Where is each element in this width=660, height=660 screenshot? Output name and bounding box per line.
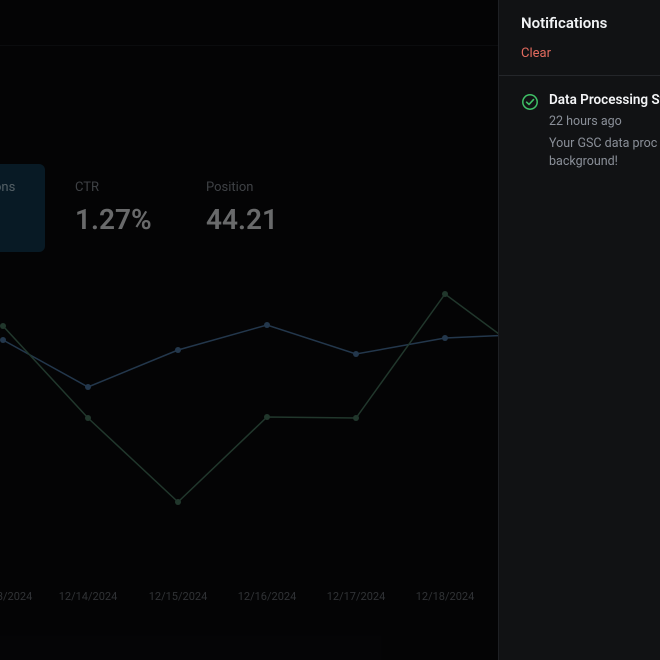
svg-text:12/14/2024: 12/14/2024	[59, 590, 118, 603]
metric-label: Impressions	[0, 180, 31, 195]
notifications-title: Notifications	[521, 14, 660, 32]
notification-body: Data Processing St 22 hours ago Your GSC…	[549, 92, 660, 171]
metric-label: Position	[206, 180, 293, 195]
clear-button[interactable]: Clear	[521, 46, 551, 61]
metric-label: CTR	[75, 180, 162, 195]
notification-desc-line: Your GSC data proc	[549, 135, 660, 153]
metric-value: k	[0, 203, 31, 236]
svg-text:12/18/2024: 12/18/2024	[416, 590, 475, 603]
notification-desc-line: background!	[549, 153, 660, 171]
divider	[499, 75, 660, 76]
metric-value: 44.21	[206, 203, 293, 236]
check-circle-icon	[521, 93, 539, 111]
metric-card-position[interactable]: Position 44.21	[192, 164, 307, 252]
notifications-panel: Notifications Clear Data Processing St 2…	[498, 0, 660, 660]
svg-text:12/13/2024: 12/13/2024	[0, 590, 32, 603]
svg-text:12/16/2024: 12/16/2024	[238, 590, 297, 603]
svg-text:12/15/2024: 12/15/2024	[149, 590, 208, 603]
metric-card-ctr[interactable]: CTR 1.27%	[61, 164, 176, 252]
notification-heading: Data Processing St	[549, 92, 660, 108]
notification-item[interactable]: Data Processing St 22 hours ago Your GSC…	[521, 92, 660, 171]
svg-text:12/17/2024: 12/17/2024	[327, 590, 386, 603]
notification-time: 22 hours ago	[549, 114, 660, 129]
metric-value: 1.27%	[75, 203, 162, 236]
metric-card-impressions[interactable]: Impressions k	[0, 164, 45, 252]
